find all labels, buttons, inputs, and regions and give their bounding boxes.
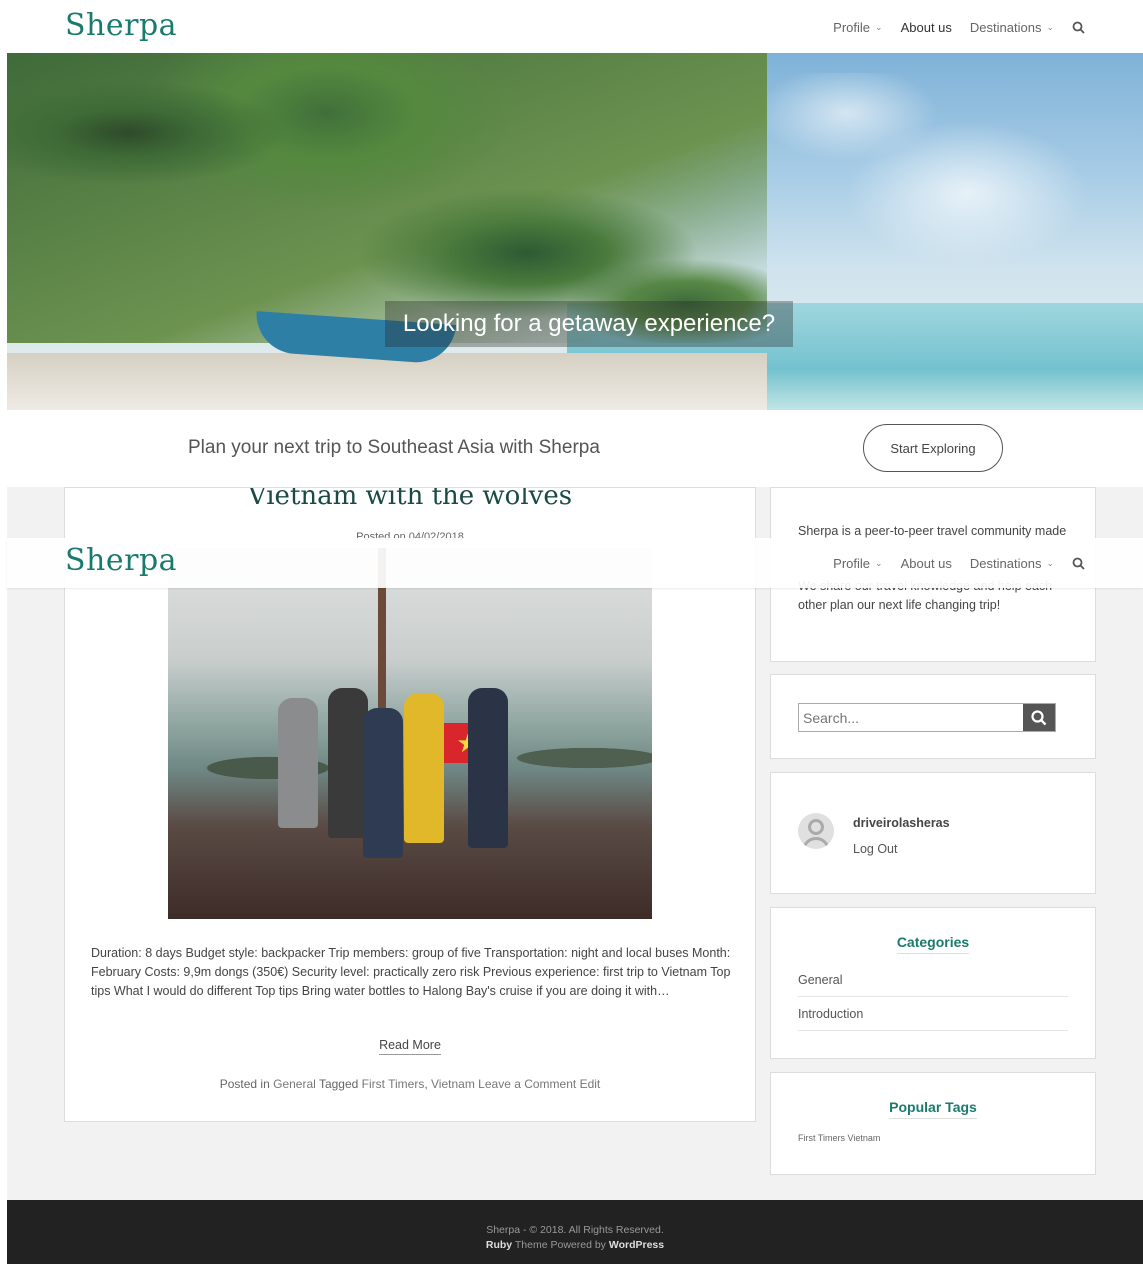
nav-item-label: Profile — [833, 556, 871, 571]
post-excerpt: Duration: 8 days Budget style: backpacke… — [91, 946, 731, 998]
categories-widget: Categories General Introduction — [770, 907, 1096, 1059]
nav-item-destinations[interactable]: Destinations ⌄ — [970, 20, 1054, 35]
read-more-link[interactable]: Read More — [379, 1038, 441, 1055]
start-exploring-button[interactable]: Start Exploring — [863, 424, 1003, 472]
nav-item-about-us[interactable]: About us — [901, 556, 952, 571]
username[interactable]: driveirolasheras — [853, 816, 950, 830]
nav-item-label: Destinations — [969, 20, 1042, 35]
nav-item-profile[interactable]: Profile ⌄ — [833, 556, 882, 571]
site-footer: Sherpa - © 2018. All Rights Reserved. Ru… — [7, 1200, 1143, 1264]
nav-item-label: About us — [900, 556, 952, 571]
search-icon[interactable] — [1072, 21, 1085, 34]
post-title[interactable]: Vietnam with the wolves — [65, 488, 755, 510]
read-more-link-wrap: Read More — [65, 1038, 755, 1055]
chevron-down-icon: ⌄ — [1046, 558, 1054, 568]
site-logo[interactable]: Sherpa — [65, 543, 177, 578]
chevron-down-icon: ⌄ — [875, 558, 883, 568]
sticky-header: Sherpa Profile ⌄ About us Destinations ⌄ — [7, 538, 1143, 588]
search-widget — [770, 674, 1096, 759]
hero-palms — [7, 53, 767, 343]
chevron-down-icon: ⌄ — [1046, 22, 1054, 32]
footer-copyright: Sherpa - © 2018. All Rights Reserved. — [486, 1224, 664, 1236]
footer-theme-text: Theme Powered by — [514, 1239, 606, 1251]
person — [404, 693, 444, 843]
popular-tags-widget: Popular Tags First Timers Vietnam — [770, 1072, 1096, 1175]
search-icon — [1031, 709, 1047, 725]
person — [328, 688, 368, 838]
hero-banner: Looking for a getaway experience? — [7, 53, 1143, 410]
post-image: ★ — [168, 548, 652, 919]
site-header: Sherpa Profile ⌄ About us Destinations ⌄ — [7, 0, 1143, 53]
hero-clouds — [767, 73, 1143, 273]
search-submit-button[interactable] — [1023, 704, 1055, 731]
nav-item-label: Destinations — [969, 556, 1042, 571]
tag-link-vietnam[interactable]: Vietnam — [431, 1077, 475, 1091]
category-link-general[interactable]: General — [273, 1077, 316, 1091]
category-item-general[interactable]: General — [798, 973, 1068, 997]
categories-title-text: Categories — [896, 934, 970, 954]
main-nav: Profile ⌄ About us Destinations ⌄ — [833, 20, 1085, 35]
popular-tags-title-text: Popular Tags — [889, 1099, 977, 1119]
content-area: Vietnam with the wolves Posted on 04/02/… — [7, 487, 1143, 1200]
posted-in-label: Posted in — [219, 1077, 270, 1091]
person — [278, 698, 318, 828]
tag-separator: , — [424, 1077, 428, 1091]
logout-link[interactable]: Log Out — [853, 842, 897, 856]
edit-link[interactable]: Edit — [580, 1077, 601, 1091]
chevron-down-icon: ⌄ — [875, 22, 883, 32]
person — [468, 688, 508, 848]
nav-item-about-us[interactable]: About us — [901, 20, 952, 35]
user-widget: driveirolasheras Log Out — [770, 772, 1096, 894]
footer-credits: Ruby Theme Powered by WordPress — [7, 1239, 1143, 1251]
nav-item-destinations[interactable]: Destinations ⌄ — [970, 556, 1054, 571]
nav-item-label: About us — [900, 20, 952, 35]
about-text-line: other plan our next life changing trip! — [798, 598, 1001, 612]
search-input[interactable] — [799, 704, 1023, 731]
nav-item-label: Profile — [833, 20, 871, 35]
categories-title: Categories — [771, 934, 1095, 954]
wordpress-link[interactable]: WordPress — [609, 1239, 664, 1251]
post-meta: Posted in General Tagged First Timers, V… — [65, 1077, 755, 1091]
cta-text: Plan your next trip to Southeast Asia wi… — [188, 437, 600, 458]
leave-comment-link[interactable]: Leave a Comment — [478, 1077, 576, 1091]
search-form — [798, 703, 1056, 732]
search-icon[interactable] — [1072, 557, 1085, 570]
hero-caption: Looking for a getaway experience? — [385, 301, 793, 347]
nav-item-profile[interactable]: Profile ⌄ — [833, 20, 882, 35]
cta-section: Plan your next trip to Southeast Asia wi… — [7, 410, 1143, 487]
avatar — [798, 813, 834, 849]
person — [363, 708, 403, 858]
tag-cloud[interactable]: First Timers Vietnam — [798, 1133, 880, 1143]
tagged-label: Tagged — [318, 1077, 359, 1091]
site-logo[interactable]: Sherpa — [65, 8, 177, 43]
ruby-link[interactable]: Ruby — [486, 1239, 512, 1251]
popular-tags-title: Popular Tags — [771, 1099, 1095, 1119]
hero-sand — [7, 353, 767, 410]
tag-link-first-timers[interactable]: First Timers — [362, 1077, 425, 1091]
category-item-introduction[interactable]: Introduction — [798, 1007, 1068, 1031]
main-nav: Profile ⌄ About us Destinations ⌄ — [833, 556, 1085, 571]
